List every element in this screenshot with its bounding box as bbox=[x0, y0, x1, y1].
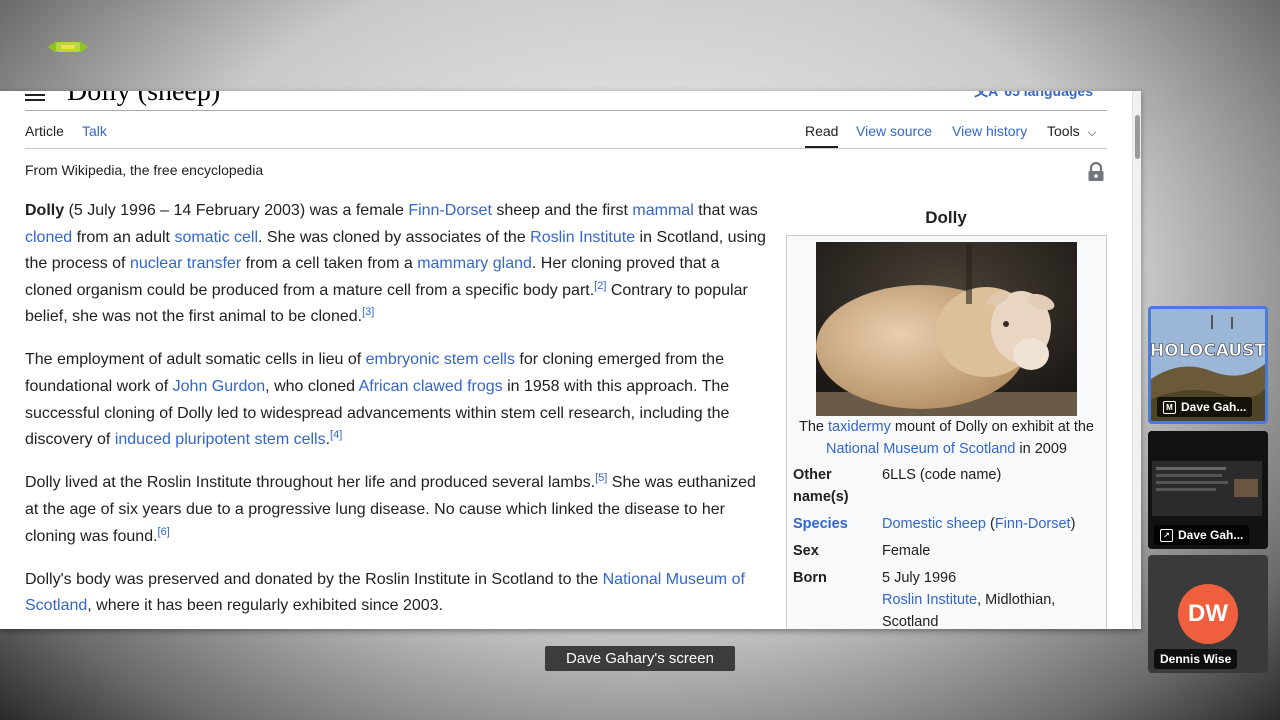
article-body: Dolly (5 July 1996 – 14 February 2003) w… bbox=[25, 198, 770, 629]
paragraph-1: Dolly (5 July 1996 – 14 February 2003) w… bbox=[25, 198, 770, 331]
screen-share-label: Dave Gahary's screen bbox=[545, 646, 735, 671]
scroll-thumb[interactable] bbox=[1135, 115, 1140, 159]
citation-6[interactable]: [6] bbox=[158, 526, 170, 538]
app-badge-icon bbox=[48, 40, 88, 54]
text: , who cloned bbox=[265, 378, 359, 396]
text: , where it has been regularly exhibited … bbox=[87, 597, 444, 615]
infobox-row-born: Born 5 July 1996 Roslin Institute, Midlot… bbox=[793, 567, 1103, 629]
participant-tile-dennis[interactable]: DW Dennis Wise bbox=[1148, 555, 1268, 673]
text: in 2009 bbox=[1015, 440, 1067, 457]
link-caption-museum[interactable]: National Museum of Scotland bbox=[826, 441, 1015, 457]
born-date: 5 July 1996 bbox=[882, 570, 957, 586]
main-menu-icon[interactable] bbox=[25, 91, 45, 101]
participant-tile-dave-screen[interactable]: ↗ Dave Gah... bbox=[1148, 431, 1268, 549]
text: mount of Dolly on exhibit at the bbox=[890, 419, 1094, 435]
link-mammary-gland[interactable]: mammary gland bbox=[417, 255, 532, 272]
tab-view-history[interactable]: View history bbox=[952, 123, 1027, 139]
dolly-photo[interactable] bbox=[816, 242, 1077, 416]
lock-icon[interactable] bbox=[1087, 161, 1105, 182]
page-scrollbar[interactable] bbox=[1132, 91, 1141, 629]
link-finn-dorset[interactable]: Finn-Dorset bbox=[408, 202, 492, 219]
paragraph-3: Dolly lived at the Roslin Institute thro… bbox=[25, 470, 770, 550]
participant-name-pill: Dennis Wise bbox=[1154, 649, 1238, 669]
link-roslin-institute[interactable]: Roslin Institute bbox=[530, 229, 635, 246]
site-subtitle: From Wikipedia, the free encyclopedia bbox=[25, 162, 264, 178]
link-finn-dorset-infobox[interactable]: Finn-Dorset bbox=[995, 516, 1071, 532]
participant-name: Dennis Wise bbox=[1160, 652, 1232, 666]
participant-tile-dave-video[interactable]: HOLOCAUST M Dave Gah... bbox=[1148, 306, 1268, 424]
translate-icon: 文A bbox=[974, 91, 999, 99]
text: The bbox=[799, 419, 829, 435]
page-title: Dolly (sheep) bbox=[67, 91, 221, 107]
link-african-clawed-frogs[interactable]: African clawed frogs bbox=[359, 378, 503, 395]
shared-screen: Dolly (sheep) 文A 65 languages Article Ta… bbox=[0, 91, 1141, 629]
paragraph-2: The employment of adult somatic cells in… bbox=[25, 347, 770, 453]
infobox-title: Dolly bbox=[925, 208, 967, 227]
bold-term: Dolly bbox=[25, 202, 65, 219]
link-nuclear-transfer[interactable]: nuclear transfer bbox=[130, 255, 241, 272]
link-taxidermy[interactable]: taxidermy bbox=[828, 419, 891, 435]
language-button[interactable]: 文A 65 languages bbox=[974, 91, 1093, 101]
link-induced-pluripotent-stem-cells[interactable]: induced pluripotent stem cells bbox=[115, 431, 326, 448]
infobox-row-species: Species Domestic sheep (Finn-Dorset) bbox=[793, 513, 1103, 535]
link-roslin-institute-infobox[interactable]: Roslin Institute bbox=[882, 592, 977, 608]
infobox-label: Other name(s) bbox=[793, 467, 849, 505]
citation-4[interactable]: [4] bbox=[330, 429, 342, 441]
tab-talk[interactable]: Talk bbox=[82, 123, 107, 139]
link-somatic-cell[interactable]: somatic cell bbox=[174, 229, 258, 246]
text: . She was cloned by associates of the bbox=[258, 228, 531, 246]
infobox-value: 5 July 1996 Roslin Institute, Midlothian,… bbox=[882, 567, 1102, 629]
citation-2[interactable]: [2] bbox=[594, 280, 606, 292]
avatar: DW bbox=[1178, 584, 1238, 644]
link-cloned[interactable]: cloned bbox=[25, 229, 72, 246]
infobox: The taxidermy mount of Dolly on exhibit … bbox=[786, 235, 1107, 629]
infobox-label: Born bbox=[793, 570, 827, 586]
infobox-value: 6LLS (code name) bbox=[882, 467, 1002, 483]
tab-read[interactable]: Read bbox=[805, 123, 839, 148]
text: sheep and the first bbox=[491, 202, 633, 219]
infobox-value: Domestic sheep (Finn-Dorset) bbox=[882, 516, 1076, 532]
citation-5[interactable]: [5] bbox=[595, 472, 607, 484]
paragraph-4: Dolly's body was preserved and donated b… bbox=[25, 567, 770, 620]
participant-name-pill: M Dave Gah... bbox=[1157, 397, 1253, 417]
m-badge-icon: M bbox=[1163, 400, 1176, 414]
tile-sign-text: HOLOCAUST bbox=[1151, 341, 1265, 361]
participant-name: Dave Gah... bbox=[1178, 528, 1244, 542]
citation-3[interactable]: [3] bbox=[362, 306, 374, 318]
text: from a cell taken from a bbox=[241, 255, 418, 273]
participant-name-pill: ↗ Dave Gah... bbox=[1154, 525, 1250, 545]
text: from an adult bbox=[72, 228, 175, 246]
title-row: Dolly (sheep) 文A 65 languages bbox=[25, 91, 1107, 111]
text: The employment of adult somatic cells in… bbox=[25, 351, 366, 369]
text: that was bbox=[693, 202, 758, 219]
infobox-row-sex: Sex Female bbox=[793, 540, 1103, 562]
participant-name: Dave Gah... bbox=[1181, 400, 1247, 414]
language-count: 65 languages bbox=[1004, 91, 1093, 99]
tab-view-source[interactable]: View source bbox=[856, 123, 932, 139]
link-domestic-sheep[interactable]: Domestic sheep bbox=[882, 516, 986, 532]
infobox-label-species-link[interactable]: Species bbox=[793, 513, 873, 535]
link-mammal[interactable]: mammal bbox=[632, 202, 693, 219]
infobox-label: Sex bbox=[793, 543, 819, 559]
infobox-value: Female bbox=[882, 543, 931, 559]
tab-article[interactable]: Article bbox=[25, 123, 64, 139]
photo-caption: The taxidermy mount of Dolly on exhibit … bbox=[787, 417, 1106, 460]
chevron-down-icon: ⌵ bbox=[1087, 127, 1097, 139]
tools-menu[interactable]: Tools ⌵ bbox=[1047, 123, 1096, 140]
infobox-row-other-names: Other name(s) 6LLS (code name) bbox=[793, 464, 1103, 508]
page-tabs: Article Talk Read View source View histo… bbox=[25, 111, 1107, 149]
link-embryonic-stem-cells[interactable]: embryonic stem cells bbox=[366, 351, 515, 368]
screen-share-icon: ↗ bbox=[1160, 528, 1173, 542]
link-john-gurdon[interactable]: John Gurdon bbox=[173, 378, 266, 395]
text: Dolly's body was preserved and donated b… bbox=[25, 570, 603, 588]
text: (5 July 1996 – 14 February 2003) was a f… bbox=[64, 202, 409, 219]
tools-label: Tools bbox=[1047, 123, 1080, 139]
text: Dolly lived at the Roslin Institute thro… bbox=[25, 474, 596, 492]
